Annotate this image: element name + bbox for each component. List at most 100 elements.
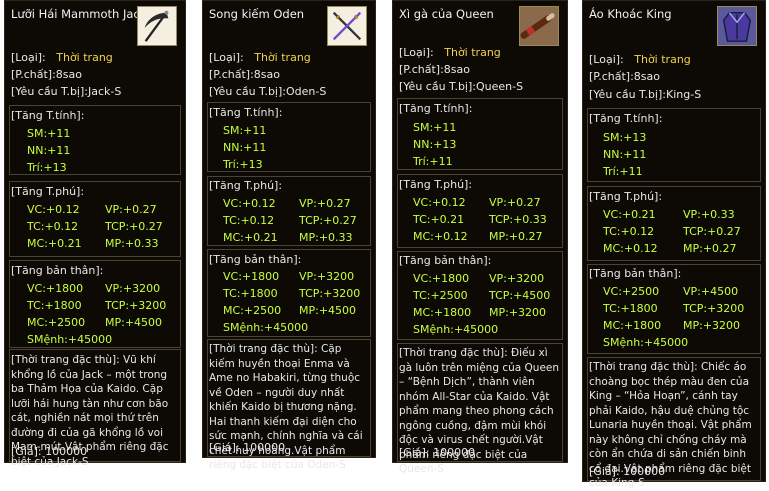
self-stat: TC:+2500 xyxy=(413,289,468,302)
talent-stat: VP:+0.27 xyxy=(105,203,157,216)
talent-header: [Tăng T.phú]: xyxy=(399,178,473,191)
self-stat: VP:+3200 xyxy=(105,282,161,295)
requirement-label: [Yêu cầu T.bị]: xyxy=(589,88,666,101)
self-stat: VP:+3200 xyxy=(489,272,545,285)
self-stat: TCP:+4500 xyxy=(489,289,551,302)
self-stat: TCP:+3200 xyxy=(299,287,361,300)
talent-stat: TCP:+0.27 xyxy=(299,214,357,227)
talent-stat: VC:+0.12 xyxy=(413,196,466,209)
hp-stat: SMệnh:+45000 xyxy=(603,336,689,349)
attribute-header: [Tăng T.tính]: xyxy=(399,102,473,115)
talent-stat: TC:+0.12 xyxy=(223,214,275,227)
talent-stat: VC:+0.21 xyxy=(603,208,656,221)
type-label: [Loại]: xyxy=(209,51,244,64)
self-stat: VP:+4500 xyxy=(683,285,739,298)
talent-stat: TC:+0.21 xyxy=(413,213,465,226)
attribute-stat: NN:+11 xyxy=(223,141,267,154)
talent-stat: TC:+0.12 xyxy=(603,225,655,238)
self-header: [Tăng bản thân]: xyxy=(209,253,302,266)
item-price: [Giá]: 100000 xyxy=(589,465,666,478)
attribute-header: [Tăng T.tính]: xyxy=(209,106,283,119)
attribute-header: [Tăng T.tính]: xyxy=(589,112,663,125)
requirement-label: [Yêu cầu T.bị]: xyxy=(11,85,88,98)
requirement-value: Oden-S xyxy=(286,85,327,98)
type-value: Thời trang xyxy=(634,53,691,66)
type-label: [Loại]: xyxy=(589,53,624,66)
self-stat: VC:+2500 xyxy=(603,285,660,298)
talent-stat: TCP:+0.27 xyxy=(105,220,163,233)
item-tooltip-card: Xì gà của Queen [Loại]: Thời trang [P.ch… xyxy=(392,0,568,475)
self-stat: VC:+1800 xyxy=(27,282,84,295)
requirement-value: Queen-S xyxy=(476,80,524,93)
talent-header: [Tăng T.phú]: xyxy=(209,179,283,192)
requirement-label: [Yêu cầu T.bị]: xyxy=(399,80,476,93)
hp-stat: SMệnh:+45000 xyxy=(27,333,113,346)
talent-stat: MC:+0.21 xyxy=(223,231,278,244)
quality-label: [P.chất]: xyxy=(11,68,56,81)
talent-stat: MP:+0.27 xyxy=(683,242,737,255)
item-tooltip-card: Lưỡi Hái Mammoth Jack [Loại]: Thời trang… xyxy=(4,0,186,468)
requirement-value: Jack-S xyxy=(88,85,122,98)
quality-value: 8sao xyxy=(633,70,660,83)
requirement-value: King-S xyxy=(666,88,702,101)
item-title: Xì gà của Queen xyxy=(399,7,494,21)
type-value: Thời trang xyxy=(444,46,501,59)
talent-stat: VP:+0.27 xyxy=(489,196,541,209)
self-stat: MP:+3200 xyxy=(489,306,547,319)
talent-stat: TCP:+0.33 xyxy=(489,213,547,226)
item-title: Lưỡi Hái Mammoth Jack xyxy=(11,7,147,21)
attribute-stat: Trí:+13 xyxy=(27,161,67,174)
quality-value: 8sao xyxy=(253,68,280,81)
twin-swords-icon xyxy=(327,6,367,46)
item-tooltip-card: Song kiếm Oden [Loại]: Thời trang [P.chấ… xyxy=(202,0,376,471)
self-stat: TC:+1800 xyxy=(223,287,278,300)
self-stat: TCP:+3200 xyxy=(683,302,745,315)
armor-coat-icon xyxy=(717,6,757,46)
talent-stat: VP:+0.27 xyxy=(299,197,351,210)
talent-stat: MP:+0.27 xyxy=(489,230,543,243)
self-stat: MP:+3200 xyxy=(683,319,741,332)
talent-stat: VC:+0.12 xyxy=(223,197,276,210)
quality-label: [P.chất]: xyxy=(399,63,444,76)
talent-stat: TCP:+0.27 xyxy=(683,225,741,238)
self-stat: TCP:+3200 xyxy=(105,299,167,312)
self-stat: TC:+1800 xyxy=(603,302,658,315)
self-stat: MP:+4500 xyxy=(299,304,357,317)
talent-stat: MP:+0.33 xyxy=(299,231,353,244)
attribute-stat: SM:+11 xyxy=(223,124,267,137)
quality-value: 8sao xyxy=(55,68,82,81)
self-stat: MC:+1800 xyxy=(603,319,662,332)
attribute-stat: Trí:+13 xyxy=(223,158,263,171)
talent-stat: MC:+0.12 xyxy=(603,242,658,255)
item-title: Song kiếm Oden xyxy=(209,7,305,21)
self-stat: MC:+2500 xyxy=(27,316,86,329)
hp-stat: SMệnh:+45000 xyxy=(413,323,499,336)
attribute-stat: SM:+11 xyxy=(413,121,457,134)
self-header: [Tăng bản thân]: xyxy=(399,254,492,267)
talent-header: [Tăng T.phú]: xyxy=(11,185,85,198)
attribute-stat: SM:+11 xyxy=(27,127,71,140)
item-title: Áo Khoác King xyxy=(589,7,672,21)
attribute-stat: NN:+13 xyxy=(413,138,457,151)
item-price: [Giá]: 100000 xyxy=(11,445,88,458)
talent-stat: VC:+0.12 xyxy=(27,203,80,216)
self-header: [Tăng bản thân]: xyxy=(11,264,104,277)
item-price: [Giá]: 100000 xyxy=(399,446,476,459)
talent-stat: MP:+0.33 xyxy=(105,237,159,250)
type-label: [Loại]: xyxy=(399,46,434,59)
attribute-stat: Trí:+11 xyxy=(413,155,453,168)
requirement-label: [Yêu cầu T.bị]: xyxy=(209,85,286,98)
cigar-icon xyxy=(519,6,559,46)
type-value: Thời trang xyxy=(56,51,113,64)
talent-stat: TC:+0.12 xyxy=(27,220,79,233)
self-stat: TC:+1800 xyxy=(27,299,82,312)
self-stat: MP:+4500 xyxy=(105,316,163,329)
self-stat: VP:+3200 xyxy=(299,270,355,283)
self-stat: MC:+1800 xyxy=(413,306,472,319)
self-stat: MC:+2500 xyxy=(223,304,282,317)
attribute-stat: SM:+13 xyxy=(603,131,647,144)
quality-label: [P.chất]: xyxy=(209,68,254,81)
talent-header: [Tăng T.phú]: xyxy=(589,190,663,203)
item-price: [Giá]: 100000 xyxy=(209,441,286,454)
attribute-stat: NN:+11 xyxy=(603,148,647,161)
